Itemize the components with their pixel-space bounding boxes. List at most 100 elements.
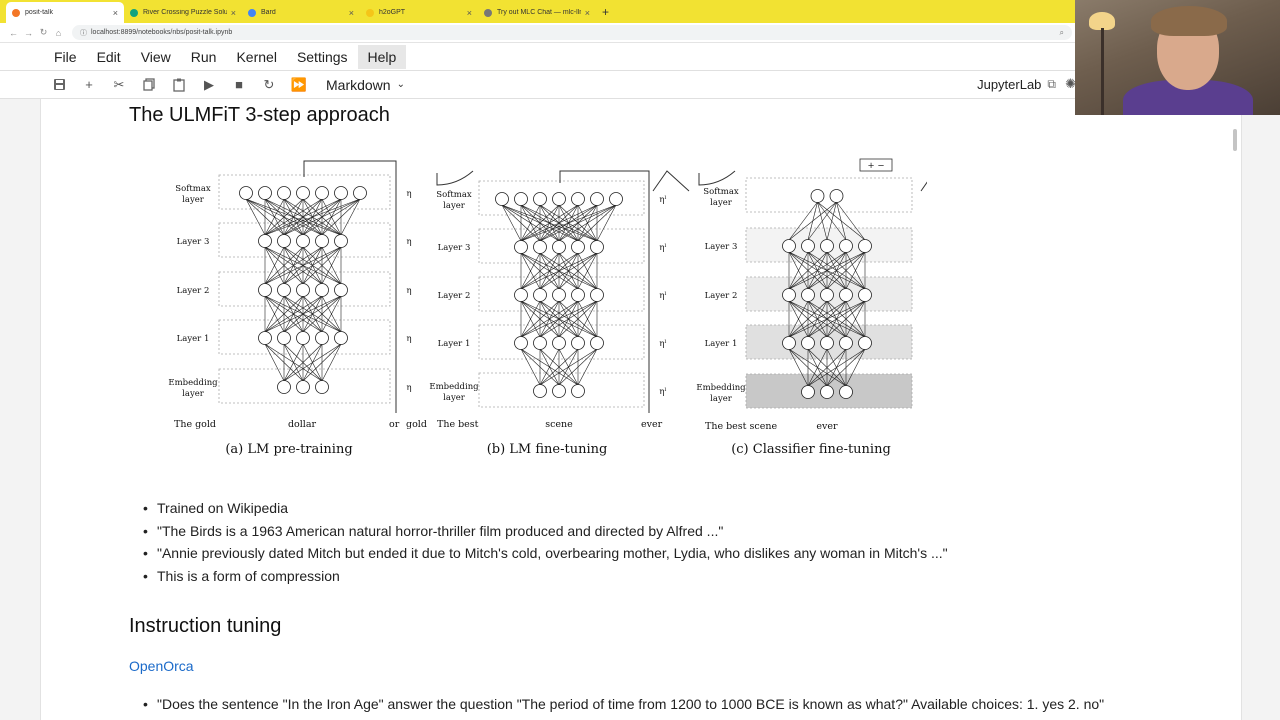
panel-a-layer-label: Layer 3 (177, 237, 210, 247)
panel-a-node (315, 380, 329, 394)
menu-file[interactable]: File (44, 45, 87, 69)
panel-a-node (296, 186, 310, 200)
close-tab-icon[interactable]: × (231, 8, 236, 18)
panel-c-node (801, 336, 815, 350)
panel-a-node (296, 234, 310, 248)
panel-b-node (571, 336, 585, 350)
instruction-bullet-list: "Does the sentence "In the Iron Age" ans… (143, 693, 1104, 716)
panel-a-node (296, 331, 310, 345)
list-item: This is a form of compression (143, 565, 948, 588)
favicon-icon (248, 8, 256, 17)
panel-c-node (839, 239, 853, 253)
scrollbar-thumb[interactable] (1233, 129, 1237, 151)
notebook-panel[interactable]: The ULMFiT 3-step approach Softmax layer L… (40, 99, 1242, 720)
menu-kernel[interactable]: Kernel (226, 45, 286, 69)
panel-c-node (858, 336, 872, 350)
back-icon[interactable]: ← (6, 28, 21, 38)
menu-view[interactable]: View (131, 45, 181, 69)
reload-icon[interactable]: ↻ (36, 27, 51, 38)
browser-tab[interactable]: River Crossing Puzzle Solution × (124, 2, 242, 23)
panel-b-node (571, 384, 585, 398)
panel-b-layer-label: Layer 1 (438, 339, 471, 349)
forward-icon[interactable]: → (21, 28, 36, 38)
panel-a-node (334, 331, 348, 345)
new-tab-button[interactable]: + (602, 2, 609, 23)
panel-b-node (533, 384, 547, 398)
run-icon[interactable]: ▶ (194, 73, 224, 97)
panel-b-node (495, 192, 509, 206)
panel-c-node (839, 336, 853, 350)
panel-b-layer-label: layer (443, 201, 466, 211)
panel-a-node (353, 186, 367, 200)
panel-a-eta: η (406, 189, 411, 199)
browser-tab-title: h2oGPT (379, 9, 406, 16)
openorca-link[interactable]: OpenOrca (129, 658, 194, 674)
list-item: "The Birds is a 1963 American natural ho… (143, 520, 948, 543)
jupyterlab-label: JupyterLab (977, 77, 1042, 92)
paste-icon[interactable] (164, 73, 194, 97)
info-icon[interactable]: ⓘ (80, 28, 87, 38)
panel-c-node (858, 288, 872, 302)
browser-tab[interactable]: Try out MLC Chat — mlc-llm 0... × (478, 2, 596, 23)
panel-b-node (571, 192, 585, 206)
cut-icon[interactable]: ✂ (104, 73, 134, 97)
browser-tab[interactable]: h2oGPT × (360, 2, 478, 23)
panel-c-node (810, 189, 825, 203)
panel-a-node (258, 331, 272, 345)
cell-type-select[interactable]: Markdown ⌄ (326, 77, 405, 93)
panel-a-node (239, 186, 253, 200)
panel-b-layer-label: layer (443, 393, 466, 403)
browser-tab[interactable]: Bard × (242, 2, 360, 23)
person-hair-shape (1151, 6, 1227, 36)
panel-c-node (820, 239, 834, 253)
browser-tab[interactable]: posit-talk × (6, 2, 124, 23)
panel-a-eta: η (406, 286, 411, 296)
panel-b-node (533, 240, 547, 254)
panel-b-node (552, 384, 566, 398)
panel-c-node (782, 239, 796, 253)
webcam-overlay (1075, 0, 1280, 115)
panel-b-eta: ηˡ (659, 195, 666, 205)
ulmfit-diagram-svg: SoftmaxlayerLayer 3Layer 2Layer 1Embeddi… (168, 158, 958, 457)
menu-edit[interactable]: Edit (87, 45, 131, 69)
panel-a-layer-label: Embedding (168, 378, 218, 388)
zoom-icon[interactable]: ⌕ (1060, 28, 1064, 38)
panel-b-layer-label: Softmax (436, 190, 472, 200)
url-field[interactable]: ⓘ localhost:8899/notebooks/nbs/posit-tal… (72, 25, 1072, 40)
copy-icon[interactable] (134, 73, 164, 97)
panel-a-output: gold (406, 419, 427, 430)
panel-a-node (277, 283, 291, 297)
panel-c-slanted-lr (920, 170, 958, 192)
panel-b-node (609, 192, 623, 206)
close-tab-icon[interactable]: × (585, 8, 590, 18)
menu-help[interactable]: Help (357, 44, 407, 69)
browser-tab-title: Try out MLC Chat — mlc-llm 0... (497, 9, 581, 16)
panel-a-node (258, 283, 272, 297)
home-icon[interactable]: ⌂ (51, 28, 66, 38)
menu-settings[interactable]: Settings (287, 45, 358, 69)
heading-ulmfit: The ULMFiT 3-step approach (129, 104, 390, 126)
panel-a-node (315, 283, 329, 297)
menu-run[interactable]: Run (181, 45, 227, 69)
panel-c-layer-label: Layer 2 (705, 291, 738, 301)
browser-tab-title: posit-talk (25, 9, 54, 16)
panel-b-node (514, 240, 528, 254)
add-cell-icon[interactable]: + (74, 73, 104, 97)
panel-a-node (315, 186, 329, 200)
close-tab-icon[interactable]: × (113, 8, 118, 18)
open-in-jupyterlab-link[interactable]: JupyterLab ⧉ (977, 77, 1056, 92)
notebook-area: The ULMFiT 3-step approach Softmax layer L… (0, 99, 1280, 720)
panel-c-node (858, 239, 872, 253)
list-item: Trained on Wikipedia (143, 497, 948, 520)
close-tab-icon[interactable]: × (467, 8, 472, 18)
panel-a-eta: η (406, 237, 411, 247)
restart-icon[interactable]: ↻ (254, 73, 284, 97)
save-icon[interactable] (44, 73, 74, 97)
panel-c-node (801, 288, 815, 302)
stop-icon[interactable]: ■ (224, 73, 254, 97)
ulmfit-diagram: Softmax layer Layer 3 Layer 2 Layer 1 Embeddi… (127, 151, 958, 471)
panel-b-node (552, 192, 566, 206)
fast-forward-icon[interactable]: ⏩ (284, 73, 314, 97)
close-tab-icon[interactable]: × (349, 8, 354, 18)
panel-a-output: or (389, 419, 400, 430)
